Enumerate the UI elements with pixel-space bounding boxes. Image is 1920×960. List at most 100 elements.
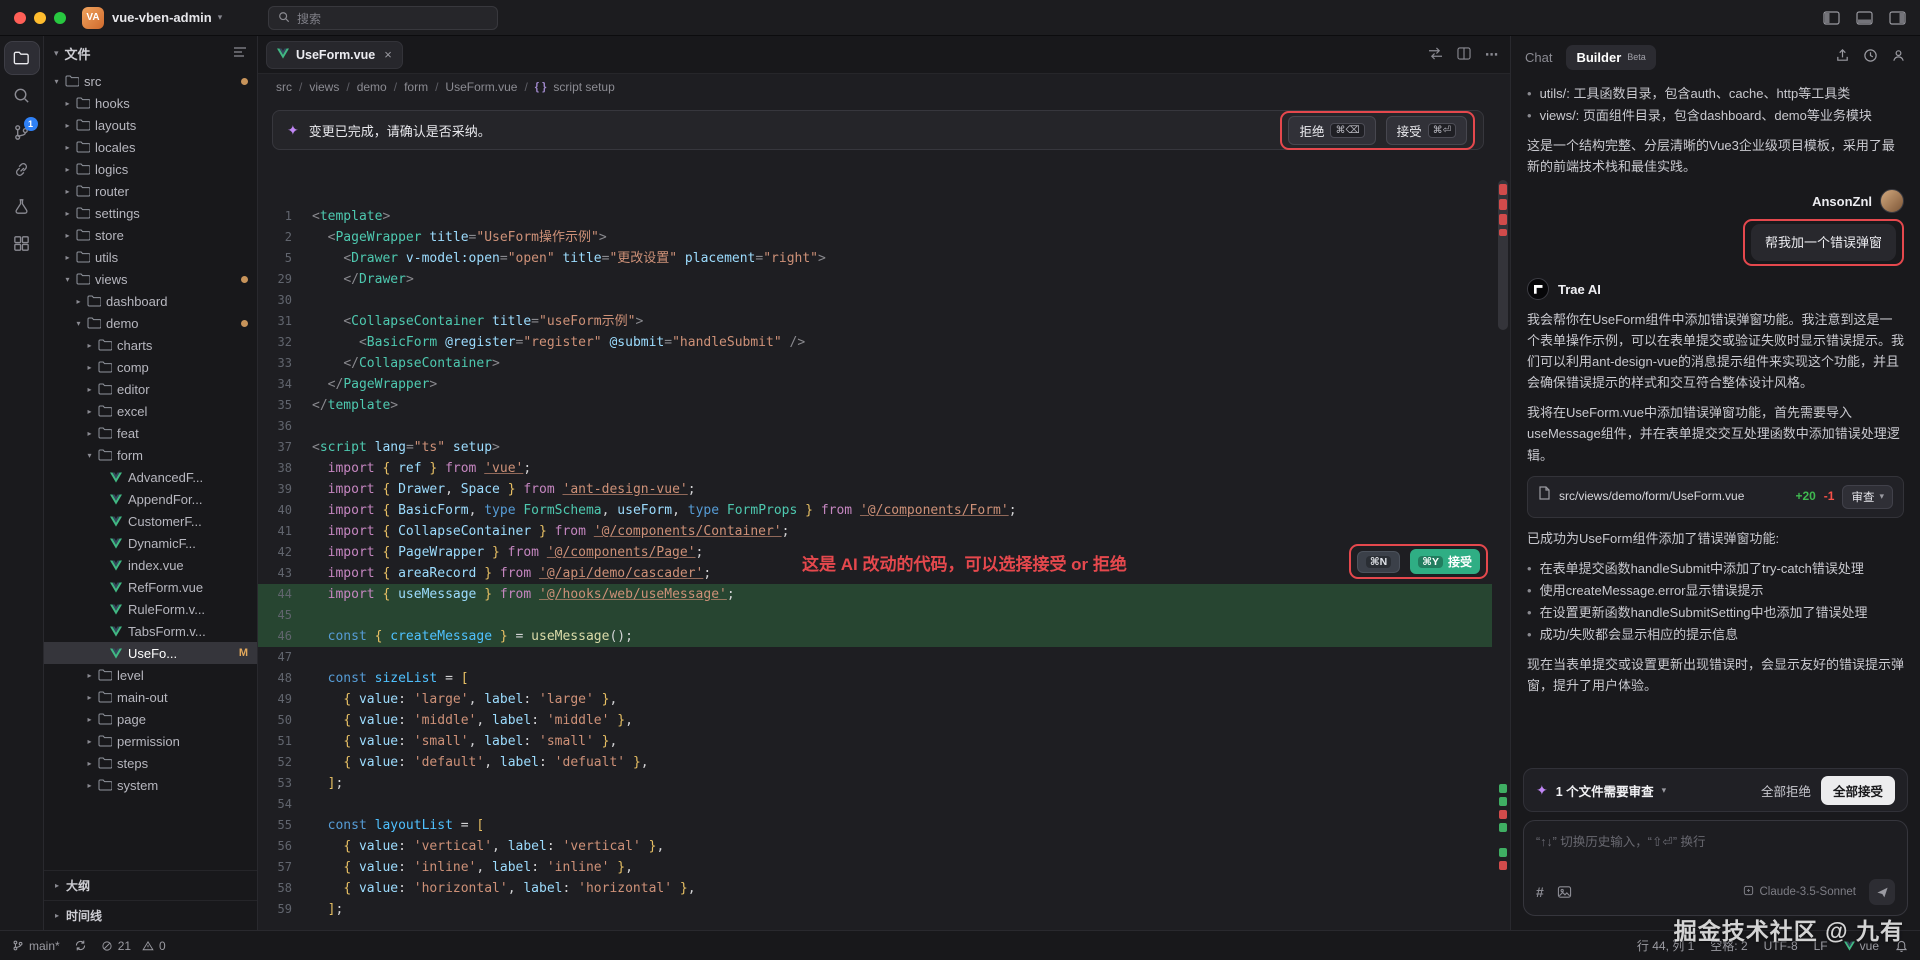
send-button[interactable] — [1869, 879, 1895, 905]
code-text: <PageWrapper title="UseForm操作示例"> — [327, 230, 607, 245]
tree-item-ruleform-v[interactable]: RuleForm.v... — [44, 598, 257, 620]
test-flask-icon[interactable] — [5, 190, 39, 222]
global-search-input[interactable]: 搜索 — [268, 6, 498, 30]
export-chat-icon[interactable] — [1835, 48, 1850, 66]
close-window-button[interactable] — [14, 11, 26, 24]
minimize-window-button[interactable] — [34, 11, 46, 24]
tree-item-usefo[interactable]: UseFo... M — [44, 642, 257, 664]
sync-icon[interactable] — [74, 939, 87, 952]
tree-item-refform-vue[interactable]: RefForm.vue — [44, 576, 257, 598]
search-icon[interactable] — [5, 79, 39, 111]
eol-indicator[interactable]: LF — [1814, 939, 1828, 953]
toggle-right-sidebar-icon[interactable] — [1889, 10, 1906, 25]
source-control-icon[interactable]: 1 — [5, 116, 39, 148]
tree-item-advancedf[interactable]: AdvancedF... — [44, 466, 257, 488]
tree-item-excel[interactable]: ▸ excel — [44, 400, 257, 422]
tab-builder[interactable]: Builder Beta — [1566, 44, 1656, 70]
toggle-left-sidebar-icon[interactable] — [1823, 10, 1840, 25]
chevron-down-icon[interactable]: ▾ — [1662, 785, 1667, 796]
reject-label: 拒绝 — [1299, 124, 1325, 139]
tree-item-form[interactable]: ▾ form — [44, 444, 257, 466]
breadcrumb-symbol[interactable]: script setup — [553, 80, 614, 94]
tree-item-store[interactable]: ▸ store — [44, 224, 257, 246]
explorer-header[interactable]: ▾ 文件 — [44, 36, 257, 70]
extensions-grid-icon[interactable] — [5, 227, 39, 259]
close-icon[interactable]: × — [384, 47, 392, 62]
file-diff-card[interactable]: src/views/demo/form/UseForm.vue +20 -1 审… — [1527, 475, 1904, 518]
tree-item-hooks[interactable]: ▸ hooks — [44, 92, 257, 114]
tree-item-locales[interactable]: ▸ locales — [44, 136, 257, 158]
tab-chat[interactable]: Chat — [1525, 50, 1552, 65]
explorer-icon[interactable] — [3, 41, 40, 75]
code-text: { value: 'default', label: 'defualt' }, — [343, 755, 649, 770]
model-selector[interactable]: Claude-3.5-Sonnet — [1743, 885, 1856, 899]
inline-accept-button[interactable]: ⌘Y 接受 — [1410, 549, 1480, 574]
timeline-section[interactable]: ▸ 时间线 — [44, 900, 257, 930]
tree-item-tabsform-v[interactable]: TabsForm.v... — [44, 620, 257, 642]
language-mode[interactable]: vue — [1843, 939, 1879, 953]
tree-item-system[interactable]: ▸ system — [44, 774, 257, 796]
tree-item-comp[interactable]: ▸ comp — [44, 356, 257, 378]
cursor-position[interactable]: 行 44, 列 1 — [1637, 937, 1694, 954]
tree-item-settings[interactable]: ▸ settings — [44, 202, 257, 224]
maximize-window-button[interactable] — [54, 11, 66, 24]
more-actions-icon[interactable]: ⋯ — [1485, 47, 1498, 63]
breadcrumb-item[interactable]: views — [309, 80, 339, 94]
chevron-right-icon: ▸ — [65, 252, 70, 262]
tree-item-label: AppendFor... — [128, 491, 203, 507]
indentation-indicator[interactable]: 空格: 2 — [1710, 937, 1747, 954]
tree-item-dashboard[interactable]: ▸ dashboard — [44, 290, 257, 312]
tree-item-editor[interactable]: ▸ editor — [44, 378, 257, 400]
tree-item-permission[interactable]: ▸ permission — [44, 730, 257, 752]
outline-section[interactable]: ▸ 大纲 — [44, 870, 257, 900]
tree-item-demo[interactable]: ▾ demo — [44, 312, 257, 334]
tree-item-router[interactable]: ▸ router — [44, 180, 257, 202]
notifications-bell-icon[interactable] — [1895, 939, 1908, 952]
run-debug-icon[interactable] — [5, 153, 39, 185]
tree-item-appendfor[interactable]: AppendFor... — [44, 488, 257, 510]
breadcrumb-item[interactable]: src — [276, 80, 292, 94]
tree-item-utils[interactable]: ▸ utils — [44, 246, 257, 268]
code-area[interactable]: ✦ 变更已完成，请确认是否采纳。 拒绝 ⌘⌫ 接受 ⌘⏎ 1 <template… — [258, 100, 1510, 930]
code-text: { value: 'large', label: 'large' }, — [343, 692, 618, 707]
compare-changes-icon[interactable] — [1428, 47, 1443, 63]
workspace-title[interactable]: vue-vben-admin — [112, 10, 212, 25]
breadcrumb-item[interactable]: UseForm.vue — [445, 80, 517, 94]
tree-item-main-out[interactable]: ▸ main-out — [44, 686, 257, 708]
split-editor-icon[interactable] — [1457, 46, 1471, 63]
tree-item-feat[interactable]: ▸ feat — [44, 422, 257, 444]
reject-changes-button[interactable]: 拒绝 ⌘⌫ — [1288, 115, 1376, 145]
review-file-button[interactable]: 审查 ▾ — [1842, 484, 1893, 509]
new-session-icon[interactable] — [1891, 48, 1906, 66]
chat-input[interactable]: “↑↓” 切换历史输入，“⇧⏎” 换行 # Claude-3.5-Sonnet — [1523, 820, 1908, 916]
encoding-indicator[interactable]: UTF-8 — [1764, 939, 1798, 953]
review-bar: ✦ 1 个文件需要审查 ▾ 全部拒绝 全部接受 — [1523, 768, 1908, 812]
attach-image-icon[interactable] — [1557, 885, 1572, 899]
tree-item-src[interactable]: ▾ src — [44, 70, 257, 92]
tree-item-views[interactable]: ▾ views — [44, 268, 257, 290]
tree-item-level[interactable]: ▸ level — [44, 664, 257, 686]
inline-reject-button[interactable]: ⌘N — [1356, 550, 1401, 573]
tree-item-charts[interactable]: ▸ charts — [44, 334, 257, 356]
tree-item-layouts[interactable]: ▸ layouts — [44, 114, 257, 136]
tree-item-index-vue[interactable]: index.vue — [44, 554, 257, 576]
tree-item-page[interactable]: ▸ page — [44, 708, 257, 730]
accept-all-button[interactable]: 全部接受 — [1820, 775, 1895, 805]
explorer-actions-icon[interactable] — [233, 46, 247, 61]
tree-item-logics[interactable]: ▸ logics — [44, 158, 257, 180]
toggle-bottom-panel-icon[interactable] — [1856, 10, 1873, 25]
context-hash-icon[interactable]: # — [1536, 884, 1544, 900]
problems-indicator[interactable]: 21 0 — [101, 939, 166, 953]
tree-item-dynamicf[interactable]: DynamicF... — [44, 532, 257, 554]
tree-item-steps[interactable]: ▸ steps — [44, 752, 257, 774]
breadcrumb-item[interactable]: demo — [357, 80, 387, 94]
tab-useform-vue[interactable]: UseForm.vue × — [266, 40, 403, 69]
history-icon[interactable] — [1863, 48, 1878, 66]
tree-item-customerf[interactable]: CustomerF... — [44, 510, 257, 532]
keycap: ⌘Y — [1418, 555, 1443, 568]
reject-all-button[interactable]: 全部拒绝 — [1761, 781, 1811, 800]
breadcrumb-item[interactable]: form — [404, 80, 428, 94]
accept-changes-button[interactable]: 接受 ⌘⏎ — [1385, 115, 1467, 145]
git-branch-indicator[interactable]: main* — [12, 939, 60, 953]
